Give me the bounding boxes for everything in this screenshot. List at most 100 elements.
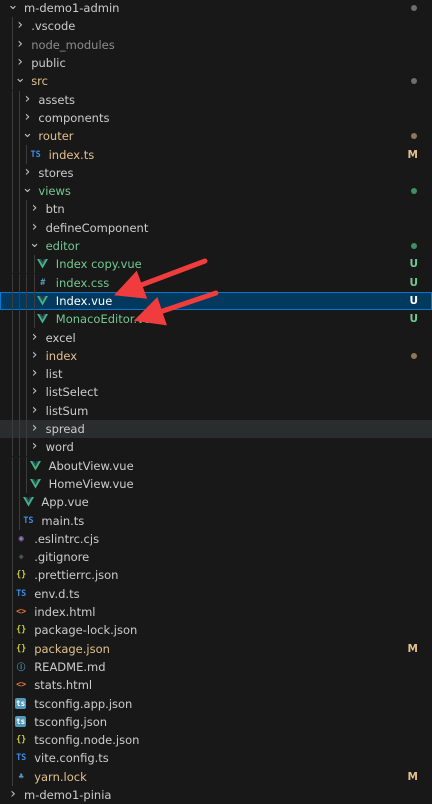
git-status-badge: M [407,642,418,655]
chevron-right-icon[interactable]: › [20,109,34,125]
tree-item-label: index [45,348,78,363]
json-file-icon: {} [16,570,27,581]
indent-guide [19,182,21,201]
tree-file-monacoeditor-vue[interactable]: MonacoEditor.vue U [0,310,432,329]
tree-file-main-ts[interactable]: TS main.ts [0,511,432,530]
tree-folder-list[interactable]: › list [0,365,432,384]
tree-file-app-vue[interactable]: App.vue [0,493,432,512]
tree-file-aboutview-vue[interactable]: AboutView.vue [0,456,432,475]
tree-file-tsconfig-node-json[interactable]: {} tsconfig.node.json [0,731,432,750]
tree-folder-router[interactable]: ⌄ router [0,126,432,146]
chevron-right-icon[interactable]: › [28,420,42,436]
indent-guide [19,200,21,219]
tree-file-eslintrc-cjs[interactable]: ◉ .eslintrc.cjs [0,529,432,548]
tree-file-package-json[interactable]: {} package.json M [0,639,432,658]
tree-folder-vscode[interactable]: › .vscode [0,17,432,36]
tree-item-label: views [38,184,71,199]
tree-file-yarn-lock[interactable]: ♣ yarn.lock M [0,767,432,786]
indent-guide [19,163,21,182]
ts-file-icon: TS [30,149,41,160]
tree-folder-editor[interactable]: ⌄ editor [0,236,432,256]
tree-item-label: .gitignore [34,550,90,565]
indent-guide [12,328,13,347]
tree-item-label: MonacoEditor.vue [55,312,159,327]
indent-guide [33,310,35,329]
tree-file-index-ts[interactable]: TS index.ts M [0,145,432,164]
chevron-down-icon[interactable]: ⌄ [20,126,34,141]
chevron-right-icon[interactable]: › [28,402,42,418]
chevron-right-icon[interactable]: › [28,365,42,381]
tree-folder-definecomponent[interactable]: › defineComponent [0,218,432,237]
indent-guide [26,474,28,494]
tree-folder-word[interactable]: › word [0,438,432,457]
tree-folder-listsum[interactable]: › listSum [0,401,432,420]
tree-item-label: node_modules [31,37,115,52]
chevron-right-icon[interactable]: › [28,200,42,216]
chevron-right-icon[interactable]: › [20,91,34,107]
tree-file-env-d-ts[interactable]: TS env.d.ts [0,584,432,603]
tree-folder-index[interactable]: › index [0,346,432,365]
tree-file-homeview-vue[interactable]: HomeView.vue [0,474,432,494]
tree-file-gitignore[interactable]: ◆ .gitignore [0,548,432,567]
indent-guide [12,236,13,256]
tree-folder-btn[interactable]: › btn [0,200,432,219]
chevron-right-icon[interactable]: › [13,36,27,52]
tree-file-tsconfig-json[interactable]: ts tsconfig.json [0,712,432,731]
tree-file-readme-md[interactable]: ⓘ README.md [0,657,432,677]
tree-item-label: .vscode [31,19,76,34]
chevron-right-icon[interactable]: › [28,219,42,235]
chevron-right-icon[interactable]: › [28,438,42,454]
chevron-right-icon[interactable]: › [28,383,42,399]
tree-file-prettierrc-json[interactable]: {} .prettierrc.json [0,566,432,585]
yarn-file-icon: ♣ [18,771,24,782]
tree-folder-node-modules[interactable]: › node_modules [0,35,432,54]
tree-file-index-html[interactable]: <> index.html [0,602,432,622]
tree-file-tsconfig-app-json[interactable]: ts tsconfig.app.json [0,694,432,713]
tree-folder-spread[interactable]: › spread [0,419,432,439]
ts-file-icon: TS [16,753,27,764]
tree-file-package-lock-json[interactable]: {} package-lock.json [0,621,432,640]
chevron-down-icon[interactable]: ⌄ [13,71,27,86]
indent-guide [26,218,28,237]
chevron-right-icon[interactable]: › [13,17,27,33]
tree-item-label: stores [38,165,74,180]
tree-folder-excel[interactable]: › excel [0,328,432,347]
indent-guide [26,365,28,384]
tree-file-index-vue[interactable]: Index.vue U [0,291,432,311]
tree-folder-src[interactable]: ⌄ src [0,71,432,91]
chevron-right-icon[interactable]: › [6,786,20,802]
chevron-right-icon[interactable]: › [28,329,42,345]
indent-guide [12,163,13,182]
git-status-badge: U [409,276,418,289]
indent-guide [12,621,13,640]
tree-folder-views[interactable]: ⌄ views [0,181,432,201]
tree-file-vite-config-ts[interactable]: TS vite.config.ts [0,749,432,768]
tree-folder-listselect[interactable]: › listSelect [0,383,432,402]
chevron-down-icon[interactable]: ⌄ [20,181,34,196]
chevron-right-icon[interactable]: › [28,347,42,363]
indent-guide [12,712,13,731]
tree-folder-public[interactable]: › public [0,53,432,73]
git-status-badge: M [407,770,418,783]
git-file-icon: ◆ [18,552,24,563]
indent-guide [26,346,28,365]
tree-item-label: tsconfig.node.json [34,733,140,748]
tree-folder-components[interactable]: › components [0,108,432,128]
tree-file-stats-html[interactable]: <> stats.html [0,676,432,695]
tree-file-index-css[interactable]: # index.css U [0,273,432,292]
chevron-right-icon[interactable]: › [20,164,34,180]
tree-item-label: AboutView.vue [48,458,134,473]
tree-item-label: src [31,74,48,89]
indent-guide [12,53,13,73]
tree-folder-assets[interactable]: › assets [0,90,432,109]
chevron-down-icon[interactable]: ⌄ [28,236,42,251]
indent-guide [12,127,13,146]
chevron-right-icon[interactable]: › [13,54,27,70]
chevron-down-icon[interactable]: ⌄ [6,0,20,13]
tree-item-label: stats.html [34,678,93,693]
indent-guide [26,383,28,402]
tree-file-index-copy-vue[interactable]: Index copy.vue U [0,255,432,274]
tree-folder-m-demo1-admin[interactable]: ⌄ m-demo1-admin [0,0,432,17]
tree-folder-stores[interactable]: › stores [0,163,432,182]
indent-guide [12,310,13,329]
